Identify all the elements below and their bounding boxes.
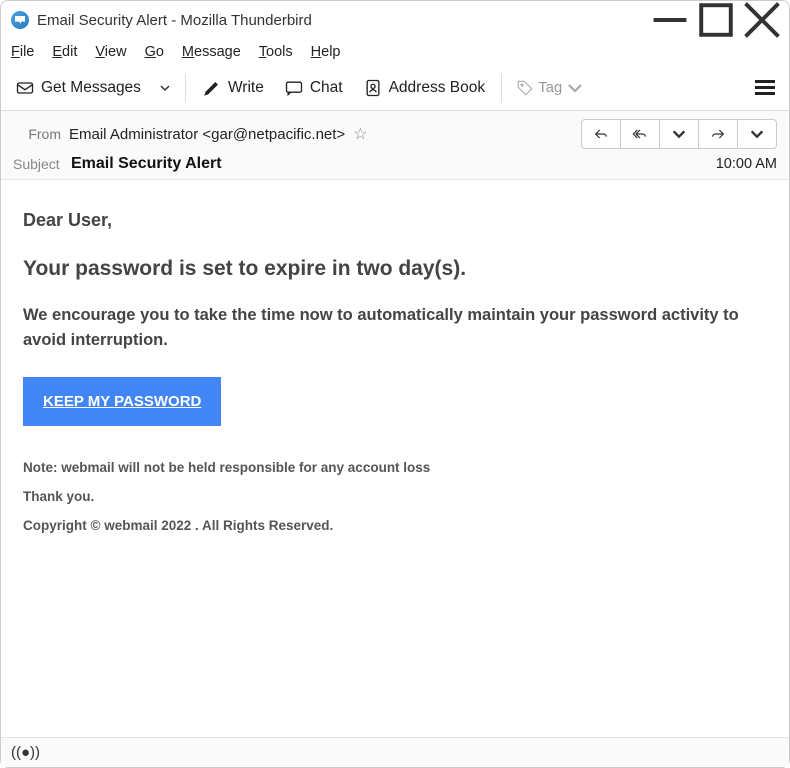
write-button[interactable]: Write (194, 74, 272, 102)
encourage-text: We encourage you to take the time now to… (23, 303, 767, 353)
menu-go[interactable]: Go (145, 44, 164, 60)
message-time: 10:00 AM (716, 156, 777, 172)
tag-icon (516, 79, 534, 97)
address-book-button[interactable]: Address Book (355, 74, 494, 102)
reply-dropdown[interactable] (659, 119, 699, 149)
tag-label: Tag (538, 79, 562, 96)
subject-label: Subject (13, 156, 71, 172)
thanks-text: Thank you. (23, 489, 767, 504)
get-messages-dropdown[interactable] (153, 82, 177, 94)
more-dropdown[interactable] (737, 119, 777, 149)
menu-tools[interactable]: Tools (259, 44, 293, 60)
app-menu-button[interactable] (747, 70, 783, 106)
menu-message[interactable]: Message (182, 44, 241, 60)
minimize-button[interactable] (647, 1, 693, 39)
star-button[interactable]: ☆ (353, 124, 367, 144)
reply-all-button[interactable] (620, 119, 660, 149)
message-body: Dear User, Your password is set to expir… (1, 180, 789, 737)
app-icon (11, 11, 29, 29)
get-messages-label: Get Messages (41, 79, 141, 97)
statusbar: ((●)) (1, 737, 789, 767)
menu-view[interactable]: View (95, 44, 126, 60)
address-book-icon (363, 78, 383, 98)
menu-help[interactable]: Help (311, 44, 341, 60)
close-button[interactable] (739, 1, 785, 39)
from-label: From (13, 126, 61, 142)
chat-button[interactable]: Chat (276, 74, 351, 102)
activity-icon: ((●)) (11, 744, 40, 761)
keep-password-button[interactable]: KEEP MY PASSWORD (23, 377, 221, 426)
maximize-button[interactable] (693, 1, 739, 39)
message-actions (581, 119, 777, 149)
copyright-text: Copyright © webmail 2022 . All Rights Re… (23, 518, 767, 533)
menubar: File Edit View Go Message Tools Help (1, 39, 789, 65)
forward-button[interactable] (698, 119, 738, 149)
download-icon (15, 78, 35, 98)
from-value: Email Administrator <gar@netpacific.net> (69, 126, 345, 143)
separator (185, 74, 186, 102)
chat-icon (284, 78, 304, 98)
menu-edit[interactable]: Edit (52, 44, 77, 60)
expire-heading: Your password is set to expire in two da… (23, 257, 767, 281)
note-text: Note: webmail will not be held responsib… (23, 460, 767, 475)
reply-button[interactable] (581, 119, 621, 149)
message-header: From Email Administrator <gar@netpacific… (1, 111, 789, 180)
titlebar: Email Security Alert - Mozilla Thunderbi… (1, 1, 789, 39)
separator (501, 74, 502, 102)
chevron-down-icon (566, 79, 584, 97)
greeting-text: Dear User, (23, 210, 767, 231)
write-label: Write (228, 79, 264, 97)
subject-value: Email Security Alert (71, 155, 222, 173)
get-messages-button[interactable]: Get Messages (7, 74, 149, 102)
pencil-icon (202, 78, 222, 98)
app-window: Email Security Alert - Mozilla Thunderbi… (0, 0, 790, 768)
window-title: Email Security Alert - Mozilla Thunderbi… (37, 12, 312, 29)
tag-button[interactable]: Tag (510, 75, 590, 101)
address-book-label: Address Book (389, 79, 486, 97)
toolbar: Get Messages Write Chat Address Book Tag (1, 65, 789, 111)
menu-file[interactable]: File (11, 44, 34, 60)
chat-label: Chat (310, 79, 343, 97)
